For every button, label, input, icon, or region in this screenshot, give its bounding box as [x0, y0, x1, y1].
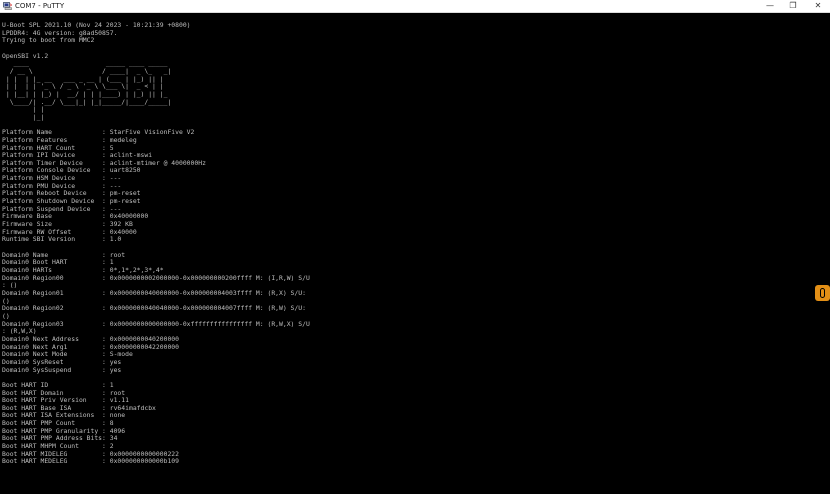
scroll-thumb-icon[interactable]	[815, 285, 830, 301]
minimize-icon: —	[766, 1, 774, 10]
terminal-line: Trying to boot from MMC2	[2, 36, 95, 45]
terminal-area[interactable]: U-Boot SPL 2021.10 (Nov 24 2023 - 10:21:…	[0, 13, 818, 494]
terminal-line: Runtime SBI Version : 1.0	[2, 235, 122, 244]
terminal-line: Domain0 Region00 : 0x0000000002000000-0x…	[2, 273, 310, 282]
terminal-line: Domain0 Region03 : 0x0000000000000000-0x…	[2, 319, 310, 328]
minimize-button[interactable]: —	[758, 0, 782, 12]
window-title: COM7 - PuTTY	[15, 2, 65, 10]
terminal-output: U-Boot SPL 2021.10 (Nov 24 2023 - 10:21:…	[2, 21, 310, 466]
terminal-line: Domain0 SysSuspend : yes	[2, 365, 122, 374]
putty-window: COM7 - PuTTY — ❐ ✕ U-Boot SPL 2021.10 (N…	[0, 0, 830, 494]
scrollbar-track[interactable]	[818, 13, 830, 494]
close-button[interactable]: ✕	[806, 0, 830, 12]
putty-computer-icon	[3, 2, 12, 10]
maximize-button[interactable]: ❐	[781, 0, 805, 12]
terminal-line: Boot HART MEDELEG : 0x000000000000b109	[2, 457, 179, 466]
close-icon: ✕	[814, 1, 822, 10]
title-bar[interactable]: COM7 - PuTTY — ❐ ✕	[0, 0, 830, 13]
terminal-line: Domain0 Region02 : 0x0000000040040000-0x…	[2, 304, 306, 313]
terminal-line: Domain0 Region01 : 0x0000000040000000-0x…	[2, 288, 306, 297]
restore-icon: ❐	[789, 1, 797, 10]
terminal-line: |_|	[2, 112, 45, 121]
